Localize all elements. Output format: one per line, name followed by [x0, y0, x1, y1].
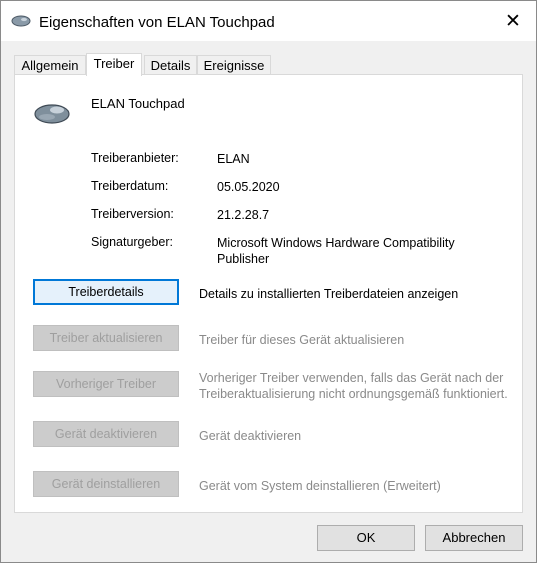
- disable-device-description: Gerät deaktivieren: [199, 429, 302, 443]
- digital-signer-value: Microsoft Windows Hardware Compatibility…: [217, 236, 455, 266]
- mouse-icon: [11, 15, 31, 30]
- window-title: Eigenschaften von ELAN Touchpad: [39, 14, 275, 31]
- driver-version-value: 21.2.28.7: [217, 208, 270, 222]
- update-driver-button[interactable]: Treiber aktualisieren: [33, 325, 179, 351]
- disable-device-button[interactable]: Gerät deaktivieren: [33, 421, 179, 447]
- title-bar: Eigenschaften von ELAN Touchpad ✕: [1, 1, 536, 41]
- driver-provider-label: Treiberanbieter:: [91, 151, 179, 165]
- roll-back-driver-button[interactable]: Vorheriger Treiber: [33, 371, 179, 397]
- uninstall-device-button[interactable]: Gerät deinstallieren: [33, 471, 179, 497]
- driver-panel: ELAN Touchpad Treiberanbieter: ELAN Trei…: [14, 74, 523, 513]
- cancel-button[interactable]: Abbrechen: [425, 525, 523, 551]
- driver-details-button[interactable]: Treiberdetails: [33, 279, 179, 305]
- driver-provider-value: ELAN: [217, 152, 250, 166]
- driver-date-label: Treiberdatum:: [91, 179, 169, 193]
- driver-version-label: Treiberversion:: [91, 207, 174, 221]
- ok-button[interactable]: OK: [317, 525, 415, 551]
- tab-details[interactable]: Details: [144, 55, 197, 75]
- close-button[interactable]: ✕: [490, 1, 536, 41]
- tab-allgemein[interactable]: Allgemein: [14, 55, 86, 75]
- touchpad-device-icon: [33, 101, 71, 128]
- tab-treiber[interactable]: Treiber: [86, 53, 142, 76]
- uninstall-device-description: Gerät vom System deinstallieren (Erweite…: [199, 479, 441, 493]
- close-icon: ✕: [505, 10, 521, 32]
- device-name: ELAN Touchpad: [91, 96, 185, 111]
- driver-date-value: 05.05.2020: [217, 180, 280, 194]
- tab-ereignisse[interactable]: Ereignisse: [197, 55, 271, 75]
- digital-signer-label: Signaturgeber:: [91, 235, 174, 249]
- properties-dialog: Eigenschaften von ELAN Touchpad ✕ Allgem…: [0, 0, 537, 563]
- update-driver-description: Treiber für dieses Gerät aktualisieren: [199, 333, 405, 347]
- roll-back-driver-description: Vorheriger Treiber verwenden, falls das …: [199, 371, 508, 401]
- driver-details-description: Details zu installierten Treiberdateien …: [199, 287, 459, 301]
